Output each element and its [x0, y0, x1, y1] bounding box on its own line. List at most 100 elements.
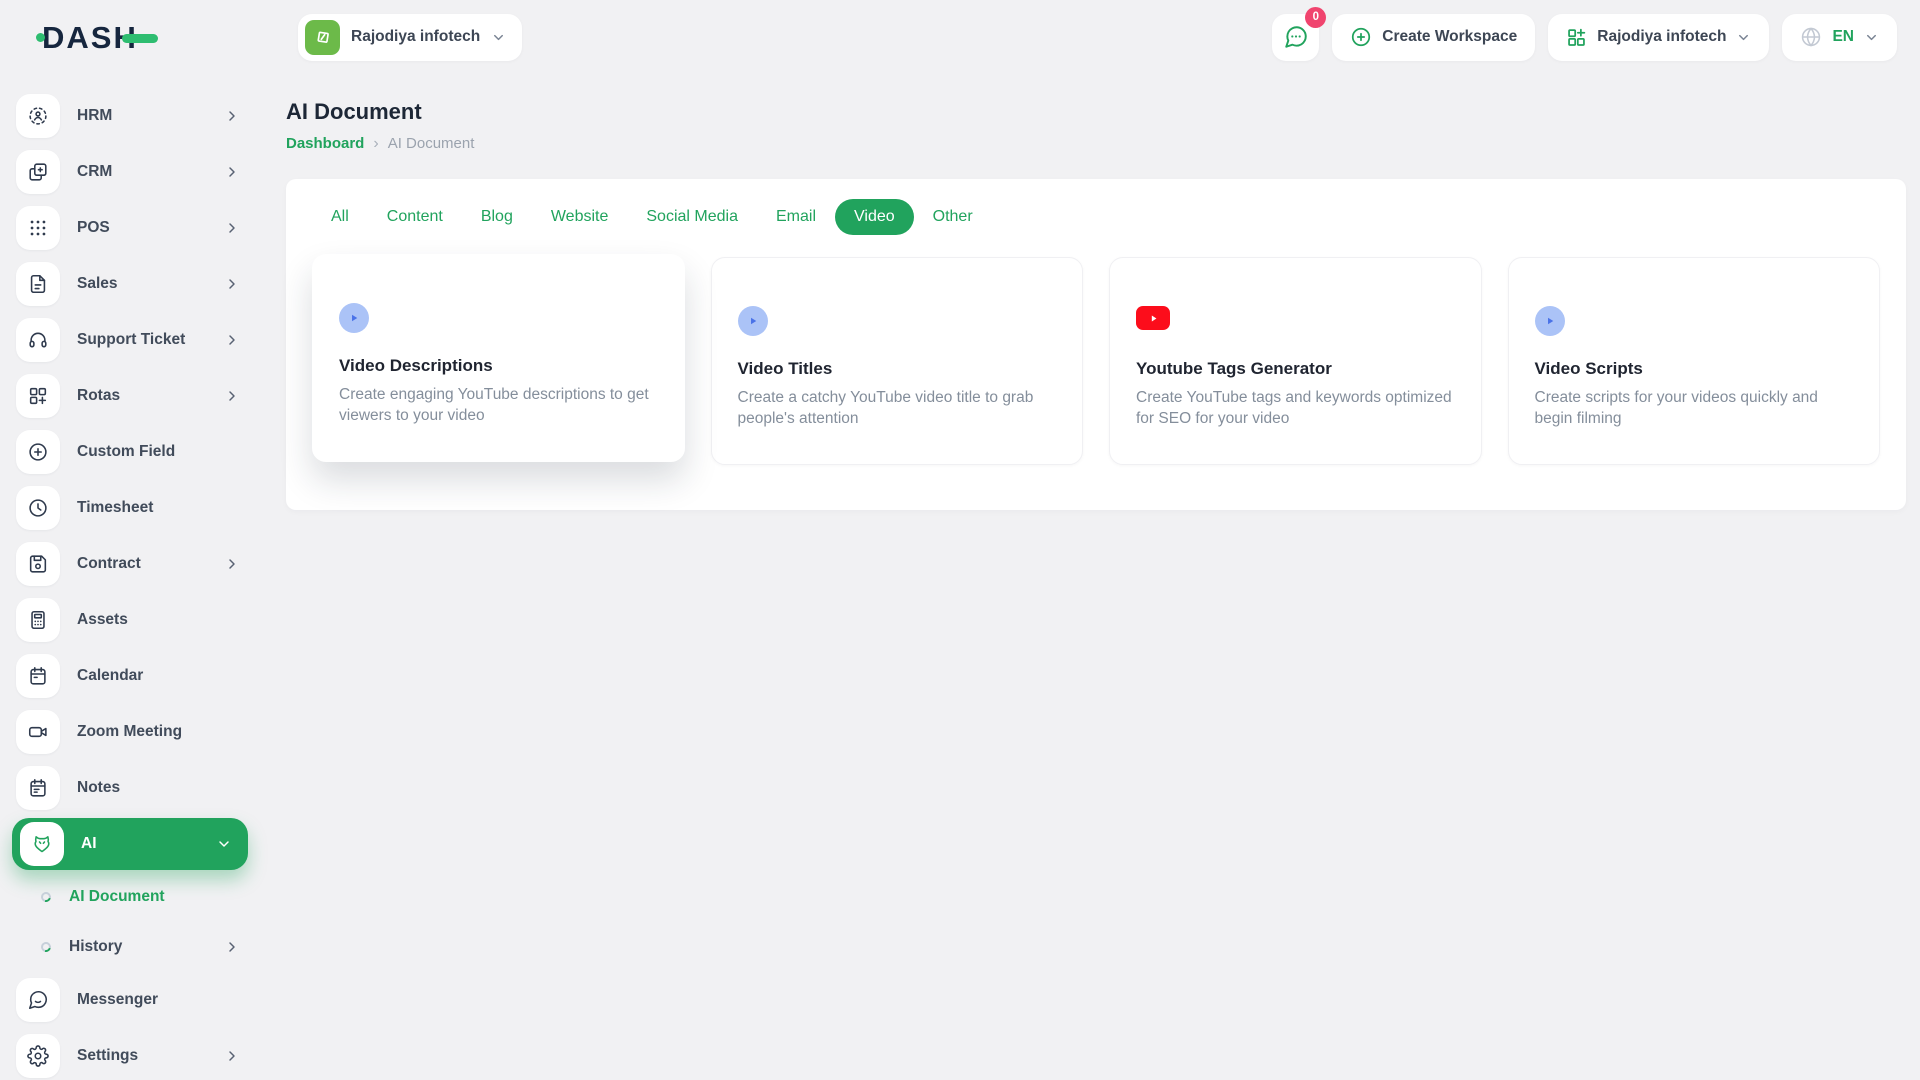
timesheet-icon	[16, 486, 60, 530]
card-video-titles[interactable]: Video Titles Create a catchy YouTube vid…	[710, 257, 1083, 465]
tab-content[interactable]: Content	[368, 199, 462, 235]
sidebar-item-support-ticket[interactable]: Support Ticket	[0, 312, 260, 368]
language-selector-label: EN	[1832, 28, 1854, 45]
bullet-icon	[39, 890, 53, 904]
chevron-right-icon	[224, 108, 240, 124]
card-title: Youtube Tags Generator	[1136, 359, 1332, 378]
bullet-icon	[39, 940, 53, 954]
settings-icon	[16, 1034, 60, 1078]
workspace-selector[interactable]: Rajodiya infotech	[298, 13, 523, 61]
sidebar-item-sales[interactable]: Sales	[0, 256, 260, 312]
sidebar-item-messenger[interactable]: Messenger	[0, 972, 260, 1028]
breadcrumb-separator: ›	[373, 134, 379, 152]
sidebar-item-label: Rotas	[77, 387, 121, 404]
tab-label: Social Media	[646, 208, 738, 225]
create-workspace-label: Create Workspace	[1382, 28, 1518, 45]
sidebar-item-notes[interactable]: Notes	[0, 760, 260, 816]
tab-social-media[interactable]: Social Media	[627, 199, 757, 235]
ai-document-panel: All Content Blog Website Social Media Em…	[286, 179, 1906, 510]
logo-dash-icon	[121, 33, 158, 43]
workspace-selector-label: Rajodiya infotech	[351, 28, 481, 45]
sidebar-item-pos[interactable]: POS	[0, 200, 260, 256]
sidebar-item-crm[interactable]: CRM	[0, 144, 260, 200]
tab-label: Website	[550, 208, 609, 225]
chevron-right-icon	[224, 276, 240, 292]
tab-email[interactable]: Email	[757, 199, 835, 235]
language-selector[interactable]: EN	[1782, 13, 1897, 61]
sidebar-item-contract[interactable]: Contract	[0, 536, 260, 592]
category-tabs: All Content Blog Website Social Media Em…	[286, 179, 1906, 235]
page-title: AI Document	[286, 99, 422, 124]
sidebar-item-label: Custom Field	[77, 443, 176, 460]
sidebar: HRM CRM POS Sales Support Ticket Rotas C…	[0, 74, 260, 1080]
header-actions: 0 Create Workspace Rajodiya infotech EN	[1272, 6, 1897, 61]
sidebar-item-label: Assets	[77, 611, 128, 628]
top-header: DASH Rajodiya infotech 0 Create Workspac…	[0, 0, 1920, 74]
brand-logo[interactable]: DASH	[36, 22, 206, 53]
tab-label: Content	[386, 208, 443, 225]
tab-video[interactable]: Video	[835, 199, 914, 235]
sidebar-item-custom-field[interactable]: Custom Field	[0, 424, 260, 480]
sidebar-item-hrm[interactable]: HRM	[0, 88, 260, 144]
card-description: Create a catchy YouTube video title to g…	[737, 389, 1034, 428]
tab-all[interactable]: All	[312, 199, 368, 235]
chevron-right-icon	[224, 220, 240, 236]
sidebar-item-label: Timesheet	[77, 499, 154, 516]
youtube-icon	[1136, 306, 1455, 336]
sidebar-item-label: Zoom Meeting	[77, 723, 183, 740]
sales-icon	[16, 262, 60, 306]
tab-other[interactable]: Other	[914, 199, 992, 235]
pos-icon	[16, 206, 60, 250]
sidebar-item-label: Sales	[77, 275, 118, 292]
company-selector-label: Rajodiya infotech	[1597, 28, 1727, 45]
template-cards: Video Descriptions Create engaging YouTu…	[286, 235, 1906, 465]
sidebar-item-ai[interactable]: AI	[12, 818, 248, 870]
sidebar-item-rotas[interactable]: Rotas	[0, 368, 260, 424]
chevron-right-icon	[216, 836, 232, 852]
sidebar-item-label: HRM	[77, 107, 113, 124]
crm-icon	[16, 150, 60, 194]
tab-label: Video	[854, 208, 895, 225]
main-content: AI Document Dashboard › AI Document All …	[260, 74, 1920, 1080]
sidebar-item-label: Settings	[77, 1047, 139, 1064]
chat-bubble-icon	[1283, 24, 1309, 50]
card-description: Create scripts for your videos quickly a…	[1534, 389, 1818, 428]
card-description: Create YouTube tags and keywords optimiz…	[1136, 389, 1452, 428]
sidebar-item-timesheet[interactable]: Timesheet	[0, 480, 260, 536]
tab-label: Other	[932, 208, 973, 225]
tab-label: Blog	[480, 208, 513, 225]
sidebar-item-ai-document[interactable]: AI Document	[0, 872, 260, 922]
custom-field-icon	[16, 430, 60, 474]
breadcrumb-current: AI Document	[387, 135, 475, 152]
workspace-logo-icon	[305, 19, 340, 55]
tab-blog[interactable]: Blog	[462, 199, 532, 235]
card-youtube-tags-generator[interactable]: Youtube Tags Generator Create YouTube ta…	[1109, 257, 1482, 465]
sidebar-item-label: POS	[77, 219, 110, 236]
sidebar-item-calendar[interactable]: Calendar	[0, 648, 260, 704]
card-video-descriptions[interactable]: Video Descriptions Create engaging YouTu…	[312, 254, 685, 462]
plus-circle-icon	[1350, 26, 1372, 48]
chevron-right-icon	[224, 332, 240, 348]
rotas-icon	[16, 374, 60, 418]
messages-count-badge: 0	[1305, 6, 1327, 28]
card-video-scripts[interactable]: Video Scripts Create scripts for your vi…	[1507, 257, 1880, 465]
sidebar-item-zoom-meeting[interactable]: Zoom Meeting	[0, 704, 260, 760]
sidebar-item-history[interactable]: History	[0, 922, 260, 972]
sidebar-item-assets[interactable]: Assets	[0, 592, 260, 648]
create-workspace-button[interactable]: Create Workspace	[1332, 13, 1536, 61]
card-title: Video Titles	[737, 359, 833, 378]
sidebar-item-settings[interactable]: Settings	[0, 1028, 260, 1080]
sidebar-item-label: AI Document	[69, 888, 165, 905]
chevron-right-icon	[224, 1048, 240, 1064]
tab-label: All	[331, 208, 349, 225]
breadcrumb: Dashboard › AI Document	[286, 135, 1906, 152]
chevron-down-icon	[491, 30, 506, 45]
sidebar-item-label: Support Ticket	[77, 331, 186, 348]
chevron-right-icon	[224, 388, 240, 404]
company-selector[interactable]: Rajodiya infotech	[1548, 13, 1770, 61]
breadcrumb-dashboard-link[interactable]: Dashboard	[286, 135, 364, 152]
chevron-right-icon	[224, 556, 240, 572]
messages-button[interactable]: 0	[1272, 6, 1327, 61]
tab-website[interactable]: Website	[532, 199, 628, 235]
zoom-meeting-icon	[16, 710, 60, 754]
